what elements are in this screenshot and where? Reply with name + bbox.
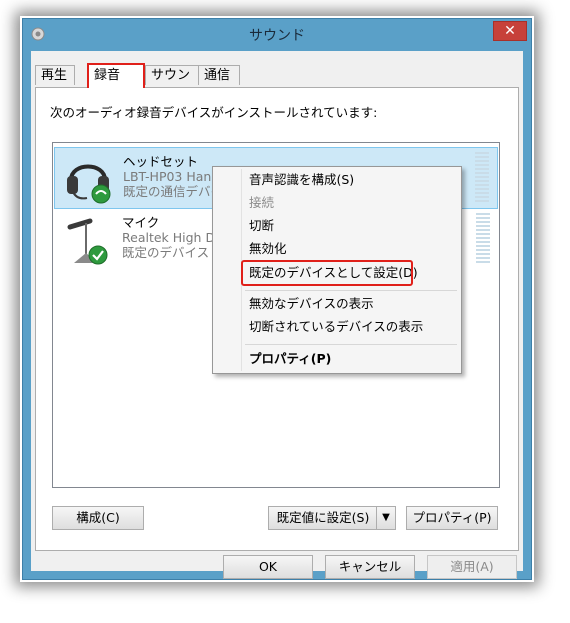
level-meter xyxy=(476,213,490,265)
menu-item-connect[interactable]: 接続 xyxy=(249,195,274,211)
chevron-down-icon[interactable]: ▼ xyxy=(376,507,395,529)
properties-button[interactable]: プロパティ(P) xyxy=(406,506,498,530)
cancel-button[interactable]: キャンセル xyxy=(325,555,415,579)
apply-button[interactable]: 適用(A) xyxy=(427,555,517,579)
annotation-highlight-box xyxy=(241,260,413,286)
menu-item-configure-speech[interactable]: 音声認識を構成(S) xyxy=(249,172,354,188)
tab-communications[interactable]: 通信 xyxy=(198,65,240,85)
level-meter xyxy=(475,152,489,204)
menu-item-disable[interactable]: 無効化 xyxy=(249,241,287,257)
menu-item-properties[interactable]: プロパティ(P) xyxy=(249,351,331,367)
menu-separator xyxy=(245,344,457,345)
set-default-split-button[interactable]: 既定値に設定(S) ▼ xyxy=(268,506,396,530)
configure-button[interactable]: 構成(C) xyxy=(52,506,144,530)
close-button[interactable]: ✕ xyxy=(493,21,527,41)
tab-sounds[interactable]: サウンド xyxy=(145,65,199,102)
menu-item-show-disconnected[interactable]: 切断されているデバイスの表示 xyxy=(249,319,423,335)
tab-recording[interactable]: 録音 xyxy=(87,63,145,88)
headset-icon xyxy=(67,164,111,204)
title-bar[interactable]: サウンド ✕ xyxy=(23,19,531,49)
menu-item-show-disabled[interactable]: 無効なデバイスの表示 xyxy=(249,296,374,312)
menu-separator xyxy=(245,290,457,291)
microphone-icon xyxy=(67,218,108,265)
tab-playback[interactable]: 再生 xyxy=(35,65,75,85)
panel-description: 次のオーディオ録音デバイスがインストールされています: xyxy=(50,105,378,120)
window-title: サウンド xyxy=(249,28,305,44)
menu-item-disconnect[interactable]: 切断 xyxy=(249,218,274,234)
device-context-menu: 音声認識を構成(S) 接続 切断 無効化 既定のデバイスとして設定(D) 無効な… xyxy=(212,166,462,374)
set-default-label: 既定値に設定(S) xyxy=(276,510,370,525)
ok-button[interactable]: OK xyxy=(223,555,313,579)
